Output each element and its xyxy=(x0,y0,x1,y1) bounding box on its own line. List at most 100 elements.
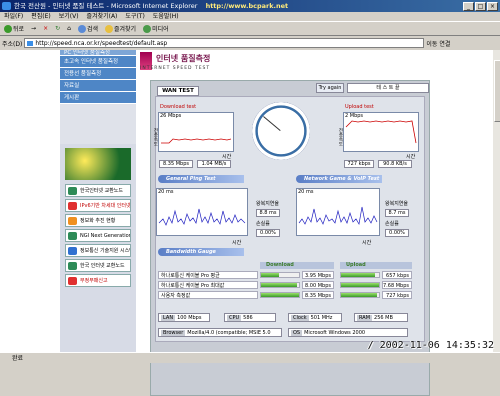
ping-header: General Ping Test xyxy=(158,175,244,183)
star-icon xyxy=(105,24,113,33)
game-time: 시간 xyxy=(362,240,372,246)
menu-tools[interactable]: 도구(T) xyxy=(125,12,144,21)
download-bar-track xyxy=(260,282,300,288)
download-bar-value: 8.35 Mbps xyxy=(302,291,334,299)
address-bar: 주소(D) http://speed.nca.or.kr/speedtest/d… xyxy=(0,37,500,49)
os-info: OS Microsoft Windows 2000 xyxy=(288,328,408,337)
ping-graph: 20 ms xyxy=(156,188,248,236)
forward-button[interactable]: → xyxy=(29,23,38,35)
vertical-scrollbar[interactable] xyxy=(492,50,500,352)
menu-bar: 파일(F) 편집(E) 보기(V) 즐겨찾기(A) 도구(T) 도움말(H) xyxy=(0,12,500,22)
game-header: Network Game & VoIP Test xyxy=(296,175,382,183)
menu-favorites[interactable]: 즐겨찾기(A) xyxy=(87,12,118,21)
nav-item-board[interactable]: 게시판 xyxy=(60,92,136,104)
upload-max: 2 Mbps xyxy=(345,113,364,119)
upload-bar-track xyxy=(340,272,380,278)
ping-rtt-label: 왕복지연율 xyxy=(256,201,280,207)
download-bar-value: 8.00 Mbps xyxy=(302,281,334,289)
download-bar-track xyxy=(260,292,300,298)
stop-button[interactable]: × xyxy=(41,23,50,35)
favorites-button[interactable]: 즐겨찾기 xyxy=(103,23,138,35)
ping-max: 20 ms xyxy=(158,189,174,195)
upload-bar-fill xyxy=(341,293,378,297)
game-graph: 20 ms xyxy=(296,188,380,236)
close-button[interactable]: × xyxy=(487,2,498,11)
try-again-button[interactable]: Try again xyxy=(316,83,344,93)
menu-view[interactable]: 보기(V) xyxy=(59,12,79,21)
upload-bar-track xyxy=(340,282,380,288)
upload-bar-fill xyxy=(341,283,379,287)
bandwidth-download-label: Download xyxy=(260,262,334,269)
back-button[interactable]: 뒤로 xyxy=(2,23,26,35)
bandwidth-row-label: 사용자 측정값 xyxy=(158,291,258,299)
maximize-button[interactable]: □ xyxy=(475,2,486,11)
game-rtt: 8.7 ms xyxy=(385,209,409,217)
clock-info: Clock 501 MHz xyxy=(288,313,342,322)
upload-bar-track xyxy=(340,292,380,298)
banner-exchange[interactable]: 한국인터넷 교환노드 xyxy=(65,184,131,197)
banner-informatization[interactable]: 정보화 추진 현황 xyxy=(65,214,131,227)
ram-info: RAM 256 MB xyxy=(354,313,408,322)
address-label: 주소(D) xyxy=(2,40,23,48)
download-bar-value: 3.95 Mbps xyxy=(302,271,334,279)
banner-kix[interactable]: 한국 인터넷 교환노드 xyxy=(65,259,131,272)
download-bar-track xyxy=(260,272,300,278)
go-button[interactable]: 이동 xyxy=(426,39,437,48)
upload-speed-kb: 90.8 KB/s xyxy=(378,160,412,168)
speed-gauge-dial xyxy=(252,102,310,160)
test-status: 테 스 트 끝 xyxy=(347,83,429,93)
lan-info: LAN 100 Mbps xyxy=(158,313,210,322)
banner-report[interactable]: 부정부패신고 xyxy=(65,274,131,287)
nav-item-archive[interactable]: 자료실 xyxy=(60,80,136,92)
banner-tech-support[interactable]: 정보통신 기술지원 시스템 xyxy=(65,244,131,257)
refresh-button[interactable]: ↻ xyxy=(53,23,62,35)
toolbar: 뒤로 → × ↻ ⌂ 검색 즐겨찾기 미디어 xyxy=(0,22,500,36)
ping-time: 시간 xyxy=(232,240,242,246)
status-text: 완료 xyxy=(12,355,24,362)
upload-label: Upload test xyxy=(345,104,374,110)
banner-ipv6[interactable]: IPv6기반 차세대 인터넷망 xyxy=(65,199,131,212)
menu-help[interactable]: 도움말(H) xyxy=(153,12,179,21)
game-line xyxy=(298,206,378,225)
address-input[interactable]: http://speed.nca.or.kr/speedtest/default… xyxy=(24,38,425,48)
menu-file[interactable]: 파일(F) xyxy=(4,12,23,21)
game-loss: 0.00% xyxy=(385,229,409,237)
upload-graph: 2 Mbps xyxy=(343,112,419,152)
bandwidth-upload-label: Upload xyxy=(340,262,412,269)
bandwidth-row-label: 하나로통신 케이블 Pro 최대값 xyxy=(158,281,258,289)
logo-title: 인터넷 품질측정 xyxy=(156,54,211,63)
tab-wan-test[interactable]: WAN TEST xyxy=(157,86,199,96)
ping-rtt: 8.8 ms xyxy=(256,209,280,217)
game-graph-svg xyxy=(298,206,378,225)
menu-edit[interactable]: 편집(E) xyxy=(31,12,51,21)
site-logo: 인터넷 품질측정 INTERNET SPEED TEST xyxy=(140,52,240,72)
bandwidth-row-label: 하나로통신 케이블 Pro 평균 xyxy=(158,271,258,279)
upload-time: 시간 xyxy=(406,154,416,160)
browser-info: Browser Mozilla/4.0 (compatible; MSIE 5.0 xyxy=(158,328,282,337)
upload-bar-fill xyxy=(341,273,376,277)
window-titlebar: 한국 전산원 - 인터넷 품질 테스트 - Microsoft Internet… xyxy=(0,0,500,12)
timestamp-overlay: / 2002-11-06 14:35:32 xyxy=(367,340,494,351)
nav-item-broadband[interactable]: 초고속 인터넷 품질측정 xyxy=(60,56,136,68)
banner-ngi[interactable]: NGI Next Generation xyxy=(65,229,131,242)
home-button[interactable]: ⌂ xyxy=(65,23,73,35)
logo-subtitle: INTERNET SPEED TEST xyxy=(140,66,211,71)
back-arrow-icon xyxy=(4,24,12,33)
download-bar-fill xyxy=(261,293,299,297)
minimize-button[interactable]: _ xyxy=(463,2,474,11)
cpu-info: CPU 586 xyxy=(224,313,276,322)
download-time: 시간 xyxy=(222,154,232,160)
download-line xyxy=(161,138,232,144)
download-speed-mbps: 8.35 Mbps xyxy=(159,160,193,168)
upload-speed-kbps: 727 kbps xyxy=(344,160,374,168)
nav-item-leased[interactable]: 전용선 품질측정 xyxy=(60,68,136,80)
download-speed-mb: 1.04 MB/s xyxy=(197,160,231,168)
download-graph: 26 Mbps xyxy=(158,112,234,152)
search-button[interactable]: 검색 xyxy=(76,23,100,35)
game-max: 20 ms xyxy=(298,189,314,195)
promo-image[interactable] xyxy=(65,148,131,180)
links-button[interactable]: 연결 xyxy=(439,39,450,48)
download-max: 26 Mbps xyxy=(160,113,182,119)
history-button[interactable]: 미디어 xyxy=(141,23,171,35)
download-bar-fill xyxy=(261,273,280,277)
